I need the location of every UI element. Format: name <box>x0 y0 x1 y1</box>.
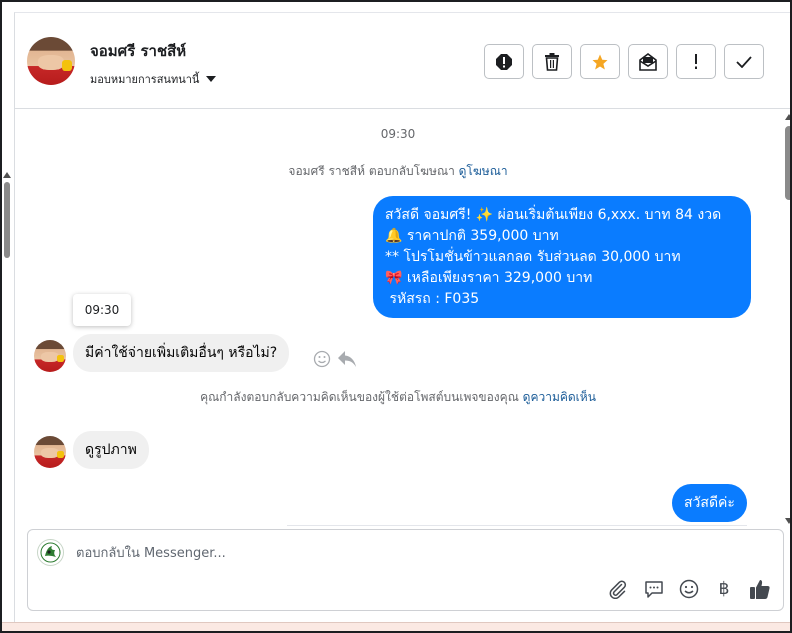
contact-avatar[interactable] <box>27 37 75 85</box>
react-emoji-icon[interactable] <box>313 350 331 372</box>
paperclip-icon <box>609 580 627 599</box>
mark-important-button[interactable] <box>676 44 716 79</box>
reply-input[interactable] <box>74 539 764 567</box>
outgoing-message[interactable]: สวัสดีค่ะ <box>672 484 747 522</box>
sender-avatar[interactable] <box>34 340 66 372</box>
view-ad-link[interactable]: ดูโฆษณา <box>459 164 508 178</box>
outer-scroll-up-arrow[interactable] <box>3 172 11 178</box>
trash-icon <box>545 52 559 71</box>
message-line: 🔔 ราคาปกติ 359,000 บาท <box>385 228 559 244</box>
conversation-panel: จอมศรี ราชสีห์ มอบหมายการสนทนานี้ 09:30 … <box>14 12 790 622</box>
ad-reply-text: จอมศรี ราชสีห์ ตอบกลับโฆษณา <box>288 164 455 178</box>
ad-reply-notice: จอมศรี ราชสีห์ ตอบกลับโฆษณา ดูโฆษณา <box>15 162 781 181</box>
message-line: 🎀 เหลือเพียงราคา 329,000 บาท <box>385 270 593 286</box>
mark-done-button[interactable] <box>724 44 764 79</box>
caret-down-icon <box>206 76 217 82</box>
page-avatar <box>37 539 64 566</box>
outgoing-message[interactable]: สวัสดี จอมศรี! ✨ ผ่อนเริ่มต้นเพียง 6,xxx… <box>373 196 751 318</box>
emoji-button[interactable] <box>675 575 703 603</box>
check-icon <box>736 55 752 68</box>
attach-file-button[interactable] <box>604 575 632 603</box>
incoming-message[interactable]: ดูรูปภาพ <box>73 431 149 469</box>
app-frame: จอมศรี ราชสีห์ มอบหมายการสนทนานี้ 09:30 … <box>0 0 792 633</box>
scroll-up-arrow[interactable] <box>785 114 790 120</box>
bottom-edge-strip <box>2 622 790 631</box>
message-list[interactable]: 09:30 จอมศรี ราชสีห์ ตอบกลับโฆษณา ดูโฆษณ… <box>15 110 781 528</box>
message-line: ** โปรโมชั่นข้าวแลกลด รับส่วนลด 30,000 บ… <box>385 249 681 265</box>
emoji-icon <box>679 579 699 599</box>
comment-reply-notice: คุณกำลังตอบกลับความคิดเห็นของผู้ใช้ต่อโพ… <box>15 388 781 407</box>
saved-replies-button[interactable] <box>640 575 668 603</box>
sender-avatar[interactable] <box>34 436 66 468</box>
reply-composer: ฿ <box>27 529 784 611</box>
star-icon <box>592 54 608 69</box>
baht-icon[interactable]: ฿ <box>710 575 738 603</box>
star-button[interactable] <box>580 44 620 79</box>
page-logo-icon <box>40 542 61 563</box>
reply-arrow-icon[interactable] <box>337 350 357 372</box>
report-spam-button[interactable] <box>484 44 524 79</box>
message-line: สวัสดี จอมศรี! ✨ ผ่อนเริ่มต้นเพียง 6,xxx… <box>385 207 722 223</box>
mark-unread-button[interactable] <box>628 44 668 79</box>
scroll-down-arrow[interactable] <box>785 518 790 524</box>
exclamation-circle-icon <box>496 53 512 70</box>
assign-conversation-dropdown[interactable]: มอบหมายการสนทนานี้ <box>90 70 217 88</box>
chat-bubble-icon <box>645 581 663 598</box>
divider <box>287 525 747 526</box>
assign-label: มอบหมายการสนทนานี้ <box>90 73 200 86</box>
time-tooltip: 09:30 <box>73 294 131 326</box>
message-line: รหัสรถ : F035 <box>385 291 480 307</box>
contact-name[interactable]: จอมศรี ราชสีห์ <box>90 39 186 63</box>
send-like-button[interactable] <box>746 575 774 603</box>
incoming-message[interactable]: มีค่าใช้จ่ายเพิ่มเติมอื่นๆ หรือไม่? <box>73 334 290 372</box>
outer-scrollbar-thumb[interactable] <box>4 182 10 258</box>
delete-button[interactable] <box>532 44 572 79</box>
message-scrollbar[interactable] <box>784 110 790 528</box>
scrollbar-thumb[interactable] <box>785 126 790 200</box>
envelope-icon <box>639 52 657 71</box>
comment-reply-text: คุณกำลังตอบกลับความคิดเห็นของผู้ใช้ต่อโพ… <box>200 390 519 404</box>
conversation-header: จอมศรี ราชสีห์ มอบหมายการสนทนานี้ <box>15 13 790 109</box>
thumbs-up-icon <box>750 580 770 599</box>
view-comment-link[interactable]: ดูความคิดเห็น <box>523 390 596 404</box>
exclamation-icon <box>695 53 697 69</box>
timestamp: 09:30 <box>380 127 416 141</box>
